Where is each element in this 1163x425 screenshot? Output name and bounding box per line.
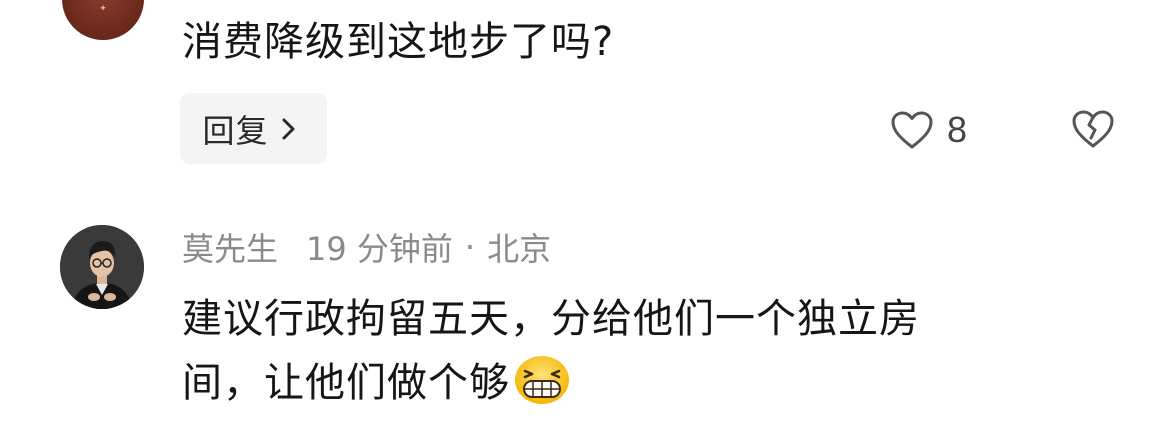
like-count: 8 xyxy=(947,109,968,150)
heart-outline-icon xyxy=(891,111,933,149)
grinning-face-emoji xyxy=(515,356,569,404)
comment-text-segment: 间，让他们做个够 xyxy=(182,360,510,406)
avatar[interactable]: ✦ xyxy=(62,0,144,40)
avatar-portrait-icon xyxy=(60,225,144,309)
avatar[interactable] xyxy=(60,225,144,309)
comment-text-line: 建议行政拘留五天，分给他们一个独立房 xyxy=(182,296,920,342)
meta-separator: · xyxy=(464,228,476,266)
reply-button[interactable]: 回复 xyxy=(180,93,327,164)
username[interactable]: 莫先生 xyxy=(182,224,278,270)
broken-heart-icon[interactable] xyxy=(1070,108,1116,150)
location: 北京 xyxy=(487,230,552,268)
comment-text: 建议行政拘留五天，分给他们一个独立房 间，让他们做个够 xyxy=(182,287,1082,415)
chevron-right-icon xyxy=(282,118,294,139)
comment-text: 消费降级到这地步了吗? xyxy=(182,19,615,65)
like-button[interactable]: 8 xyxy=(889,108,967,152)
comment-text-line: 间，让他们做个够 xyxy=(182,351,1082,415)
avatar-seal-icon: ✦ xyxy=(99,4,107,14)
reply-label: 回复 xyxy=(202,111,269,150)
comment-meta: 莫先生 19 分钟前 · 北京 xyxy=(182,225,551,269)
timestamp: 19 分钟前 xyxy=(306,230,453,268)
